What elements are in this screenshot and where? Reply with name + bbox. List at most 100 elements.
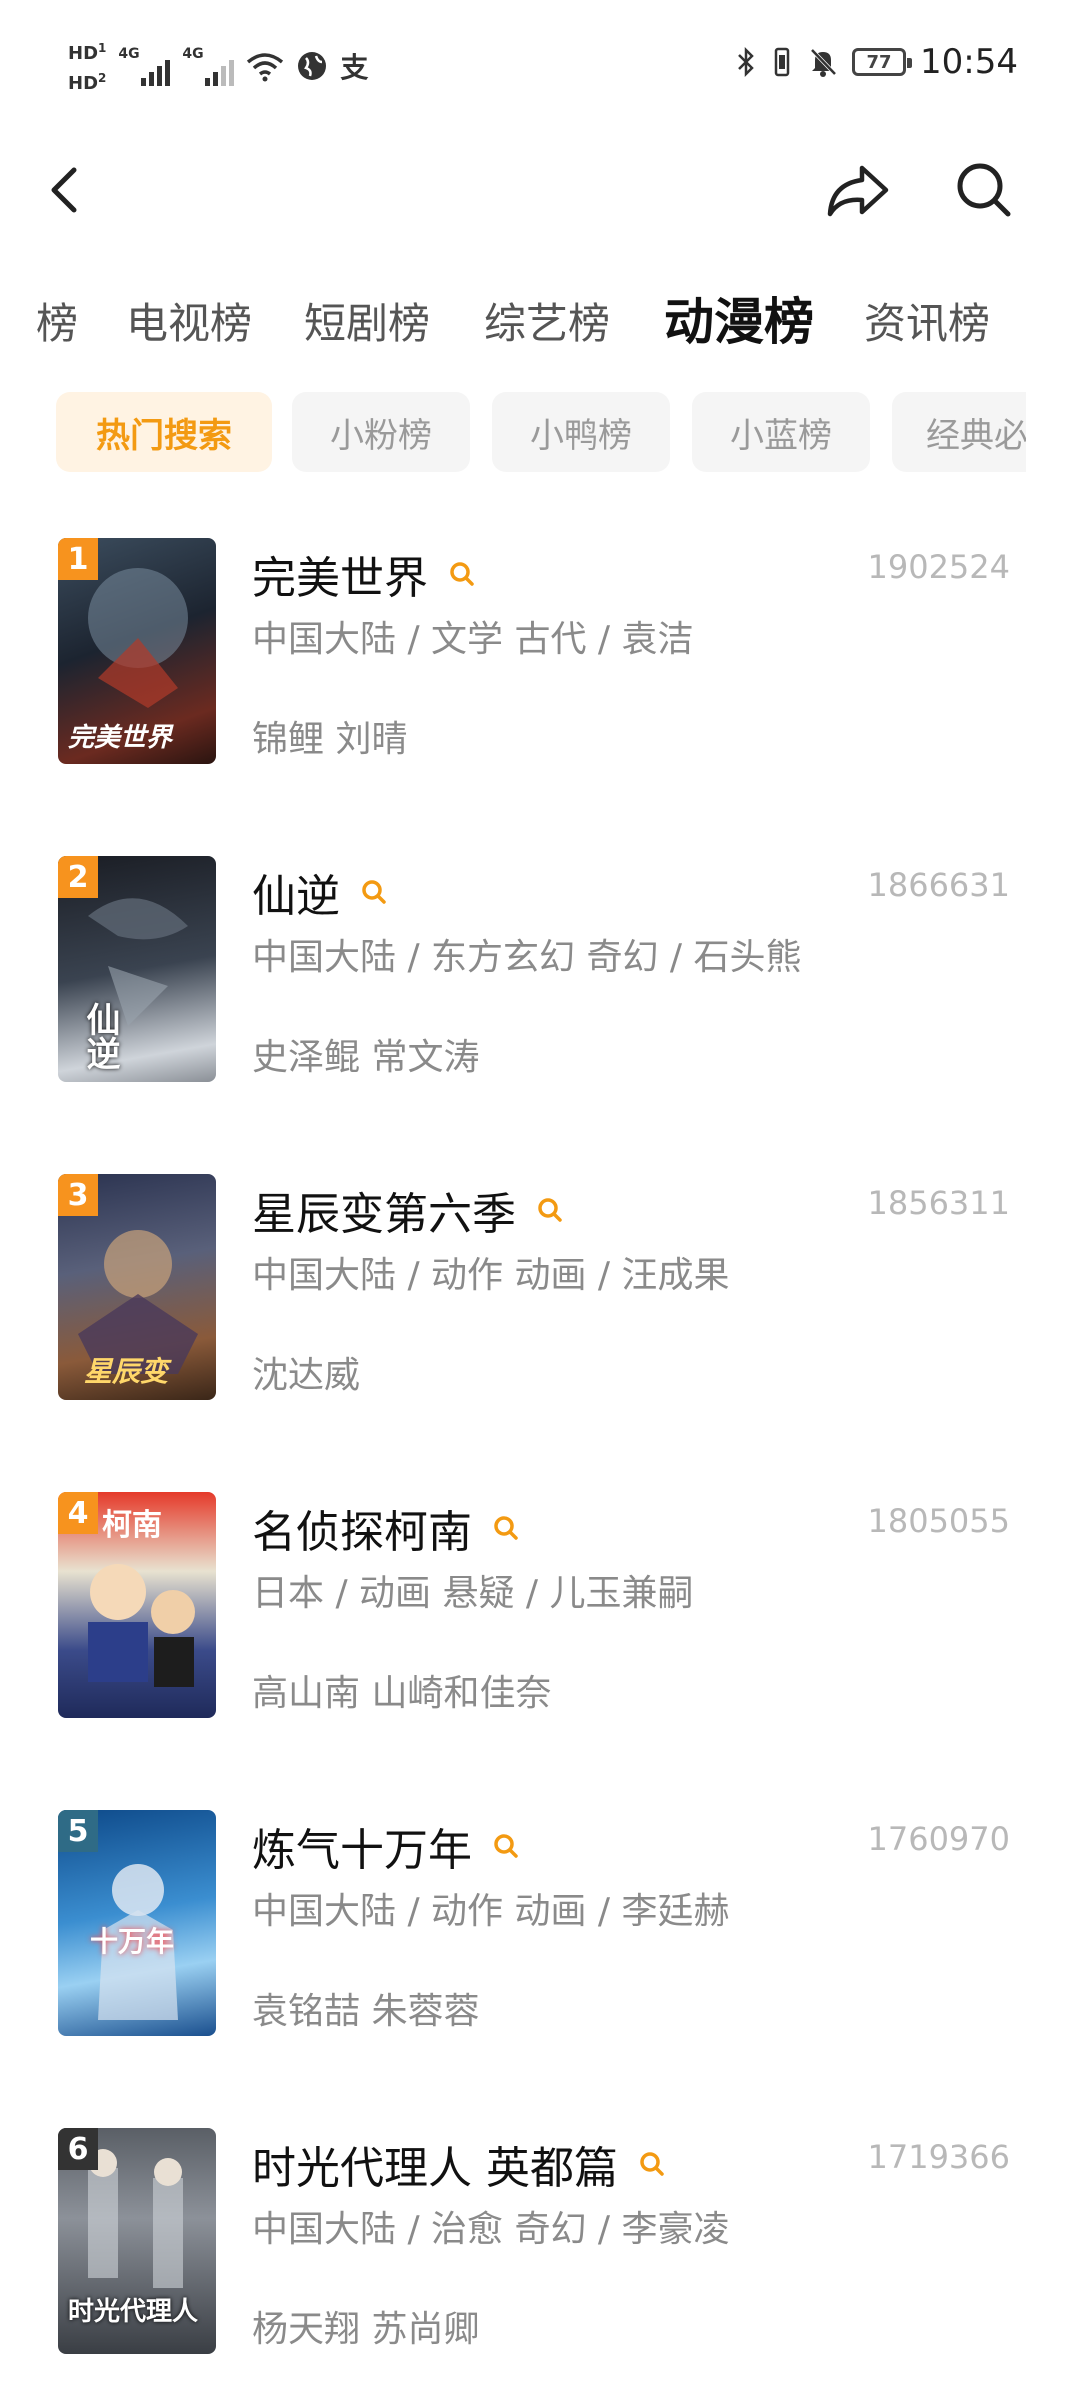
- item-title-row: 时光代理人 英都篇: [252, 2132, 666, 2196]
- sub-tabs: 热门搜索 小粉榜 小鸭榜 小蓝榜 经典必: [56, 392, 1026, 474]
- item-title[interactable]: 时光代理人 英都篇: [252, 2132, 618, 2196]
- poster-image[interactable]: 6 时光代理人: [58, 2128, 216, 2354]
- item-title-row: 完美世界: [252, 542, 476, 606]
- item-title-row: 仙逆: [252, 860, 388, 924]
- search-icon[interactable]: [448, 560, 476, 588]
- alipay-icon: 支: [340, 51, 369, 84]
- clock: 10:54: [920, 42, 1018, 82]
- status-left: HD1 HD2 4G 4G 支: [68, 36, 368, 96]
- item-meta: 中国大陆 / 东方玄幻 奇幻 / 石头熊: [252, 937, 802, 978]
- battery-level: 77: [866, 51, 892, 73]
- item-count: 1760970: [867, 1820, 1010, 1858]
- search-icon[interactable]: [360, 878, 388, 906]
- sub-tab-hot-search[interactable]: 热门搜索: [56, 392, 272, 472]
- search-icon[interactable]: [536, 1196, 564, 1224]
- back-button[interactable]: [24, 150, 104, 230]
- share-button[interactable]: [818, 150, 898, 230]
- status-right: 77 10:54: [736, 42, 1018, 82]
- chevron-left-icon: [51, 167, 77, 213]
- poster-image[interactable]: 1 完美世界: [58, 538, 216, 764]
- item-meta: 中国大陆 / 文学 古代 / 袁洁: [252, 619, 694, 660]
- search-icon[interactable]: [492, 1514, 520, 1542]
- signal-icon: 4G: [118, 46, 171, 86]
- share-icon: [827, 165, 889, 217]
- poster-title: 仙逆: [80, 1002, 120, 1070]
- list-item[interactable]: 1 完美世界 完美世界 中国大陆 / 文学 古代 / 袁洁 锦鲤 刘晴 1902…: [0, 538, 1080, 770]
- item-title[interactable]: 完美世界: [252, 542, 428, 606]
- rank-badge: 5: [58, 1810, 98, 1852]
- poster-image[interactable]: 4 柯南: [58, 1492, 216, 1718]
- poster-title: 完美世界: [68, 723, 173, 753]
- item-meta: 中国大陆 / 动作 动画 / 汪成果: [252, 1255, 730, 1296]
- item-cast: 沈达威: [252, 1355, 361, 1396]
- rank-badge: 3: [58, 1174, 98, 1216]
- globe-icon: [298, 52, 327, 80]
- category-tabs: 榜 电视榜 短剧榜 综艺榜 动漫榜 资讯榜: [0, 270, 1080, 380]
- item-cast: 史泽鲲 常文涛: [252, 1037, 480, 1078]
- item-title[interactable]: 仙逆: [252, 860, 340, 924]
- poster-title: 星辰变: [84, 1355, 169, 1388]
- item-title-row: 炼气十万年: [252, 1814, 520, 1878]
- signal-icon: 4G: [182, 46, 235, 86]
- rank-badge: 2: [58, 856, 98, 898]
- vibrate-icon: [774, 47, 790, 77]
- item-count: 1719366: [867, 2138, 1010, 2176]
- tab-category-partial[interactable]: 榜: [36, 290, 78, 351]
- rank-badge: 6: [58, 2128, 98, 2170]
- item-meta: 中国大陆 / 治愈 奇幻 / 李豪凌: [252, 2209, 730, 2250]
- poster-title: 时光代理人: [68, 2297, 199, 2327]
- poster-image[interactable]: 2 仙逆: [58, 856, 216, 1082]
- tab-tv[interactable]: 电视榜: [126, 290, 252, 351]
- poster-image[interactable]: 5 十万年: [58, 1810, 216, 2036]
- item-meta: 日本 / 动画 悬疑 / 儿玉兼嗣: [252, 1573, 694, 1614]
- status-bar: HD1 HD2 4G 4G 支 77 10:54: [0, 0, 1080, 130]
- item-title[interactable]: 名侦探柯南: [252, 1496, 472, 1560]
- signal-2-label: 4G: [182, 46, 204, 62]
- item-cast: 高山南 山崎和佳奈: [252, 1673, 552, 1714]
- item-title[interactable]: 星辰变第六季: [252, 1178, 516, 1242]
- sub-tab-duck[interactable]: 小鸭榜: [492, 392, 670, 472]
- item-count: 1902524: [867, 548, 1010, 586]
- wifi-icon: [247, 53, 284, 82]
- poster-title: 柯南: [102, 1508, 162, 1543]
- hd2-label: HD: [68, 73, 99, 94]
- rank-badge: 1: [58, 538, 98, 580]
- sub-tab-blue[interactable]: 小蓝榜: [692, 392, 870, 472]
- top-header: [0, 130, 1080, 240]
- item-meta: 中国大陆 / 动作 动画 / 李廷赫: [252, 1891, 730, 1932]
- mute-bell-icon: [810, 48, 837, 77]
- list-item[interactable]: 5 十万年 炼气十万年 中国大陆 / 动作 动画 / 李廷赫 袁铭喆 朱蓉蓉 1…: [0, 1810, 1080, 2042]
- rank-badge: 4: [58, 1492, 98, 1534]
- item-title-row: 名侦探柯南: [252, 1496, 520, 1560]
- item-cast: 杨天翔 苏尚卿: [252, 2309, 480, 2350]
- hd-indicator: HD1 HD2: [68, 36, 106, 96]
- search-icon[interactable]: [492, 1832, 520, 1860]
- hd1-label: HD: [68, 43, 99, 64]
- tab-news[interactable]: 资讯榜: [864, 290, 990, 351]
- tab-short-drama[interactable]: 短剧榜: [304, 290, 430, 351]
- battery-icon: 77: [852, 48, 913, 76]
- sub-tab-classic[interactable]: 经典必: [892, 392, 1026, 472]
- item-title[interactable]: 炼气十万年: [252, 1814, 472, 1878]
- item-count: 1805055: [867, 1502, 1010, 1540]
- tab-variety[interactable]: 综艺榜: [484, 290, 610, 351]
- sub-tab-pink[interactable]: 小粉榜: [292, 392, 470, 472]
- poster-image[interactable]: 3 星辰变: [58, 1174, 216, 1400]
- hd1-sub: 1: [98, 41, 107, 55]
- search-button[interactable]: [944, 150, 1024, 230]
- search-icon[interactable]: [638, 2150, 666, 2178]
- list-item[interactable]: 3 星辰变 星辰变第六季 中国大陆 / 动作 动画 / 汪成果 沈达威 1856…: [0, 1174, 1080, 1406]
- item-title-row: 星辰变第六季: [252, 1178, 564, 1242]
- item-count: 1856311: [867, 1184, 1010, 1222]
- tab-anime[interactable]: 动漫榜: [664, 282, 814, 354]
- item-cast: 袁铭喆 朱蓉蓉: [252, 1991, 480, 2032]
- hd2-sub: 2: [98, 71, 107, 85]
- list-item[interactable]: 6 时光代理人 时光代理人 英都篇 中国大陆 / 治愈 奇幻 / 李豪凌 杨天翔…: [0, 2128, 1080, 2360]
- search-icon: [957, 163, 1011, 217]
- signal-1-label: 4G: [118, 46, 140, 62]
- item-cast: 锦鲤 刘晴: [252, 719, 408, 760]
- item-count: 1866631: [867, 866, 1010, 904]
- bluetooth-icon: [738, 46, 754, 78]
- list-item[interactable]: 2 仙逆 仙逆 中国大陆 / 东方玄幻 奇幻 / 石头熊 史泽鲲 常文涛 186…: [0, 856, 1080, 1088]
- list-item[interactable]: 4 柯南 名侦探柯南 日本 / 动画 悬疑 / 儿玉兼嗣 高山南 山崎和佳奈 1…: [0, 1492, 1080, 1724]
